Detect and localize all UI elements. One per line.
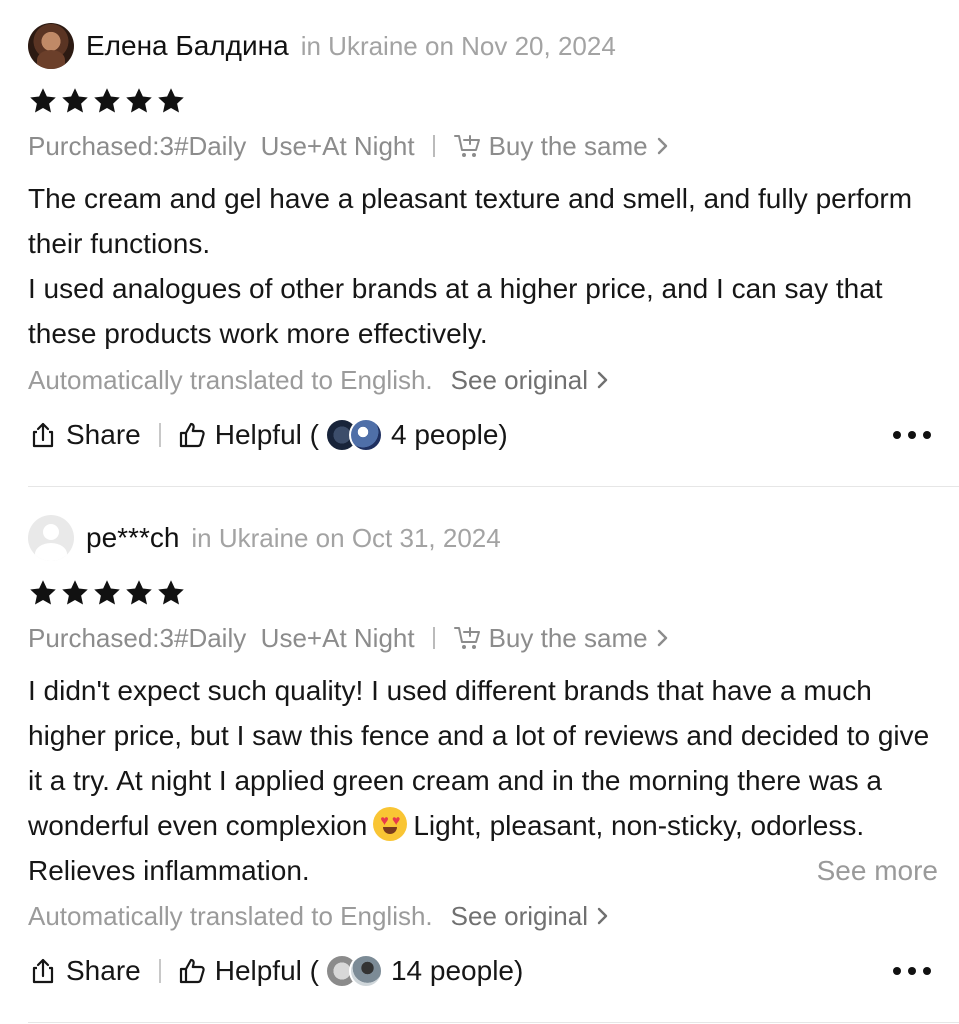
more-options-icon[interactable] (893, 431, 931, 439)
see-original-link[interactable]: See original (451, 901, 610, 932)
more-options-icon[interactable] (893, 967, 931, 975)
star-icon (156, 86, 186, 116)
helpful-count: 4 people (390, 419, 499, 450)
share-icon (28, 956, 58, 986)
star-icon (156, 578, 186, 608)
purchase-variant-row: Purchased:3#Daily Use+At Night Buy the s… (28, 620, 670, 656)
chevron-right-icon (656, 628, 670, 648)
buy-the-same-button[interactable]: Buy the same (453, 131, 670, 162)
avatar (348, 418, 383, 452)
divider (432, 135, 435, 157)
purchased-variant: Purchased:3#Daily Use+At Night (28, 622, 415, 653)
chevron-right-icon (596, 370, 610, 390)
helpful-button[interactable]: Helpful ( 14 people ) (177, 954, 524, 988)
review-card: pe***ch in Ukraine on Oct 31, 2024 Purch… (0, 490, 959, 1024)
default-avatar-icon[interactable] (28, 515, 74, 561)
review-paragraph: The cream and gel have a pleasant textur… (28, 183, 913, 259)
helpful-avatars (324, 954, 383, 988)
thumbs-up-icon (177, 956, 207, 986)
star-icon (60, 578, 90, 608)
see-original-label: See original (450, 900, 588, 931)
star-icon (124, 86, 154, 116)
star-icon (92, 578, 122, 608)
helpful-label: Helpful ( (214, 419, 319, 450)
share-label: Share (66, 419, 141, 450)
review-divider (28, 486, 959, 487)
review-text: The cream and gel have a pleasant textur… (28, 176, 938, 356)
helpful-close: ) (514, 955, 524, 986)
review-divider (28, 1022, 959, 1023)
divider (432, 627, 435, 649)
see-more-link[interactable]: See more (760, 848, 938, 893)
chevron-right-icon (656, 136, 670, 156)
translation-label: Automatically translated to English. (28, 364, 433, 395)
star-icon (92, 86, 122, 116)
review-text: I didn't expect such quality! I used dif… (28, 668, 938, 893)
helpful-count: 14 people (390, 955, 514, 986)
user-avatar[interactable] (28, 23, 74, 69)
share-button[interactable]: Share (28, 419, 141, 451)
avatar (348, 954, 383, 988)
star-icon (124, 578, 154, 608)
reviewer-name[interactable]: pe***ch (86, 522, 179, 554)
review-actions: Share Helpful ( 4 people ) (28, 415, 931, 455)
see-original-label: See original (450, 364, 588, 395)
review-location-date: in Ukraine on Oct 31, 2024 (191, 522, 501, 553)
helpful-close: ) (498, 419, 508, 450)
share-button[interactable]: Share (28, 955, 141, 987)
translation-notice: Automatically translated to English. See… (28, 898, 610, 934)
see-original-link[interactable]: See original (451, 365, 610, 396)
translation-label: Automatically translated to English. (28, 900, 433, 931)
helpful-button[interactable]: Helpful ( 4 people ) (177, 418, 508, 452)
star-icon (60, 86, 90, 116)
thumbs-up-icon (177, 420, 207, 450)
buy-the-same-button[interactable]: Buy the same (453, 623, 670, 654)
divider (158, 423, 161, 447)
review-location-date: in Ukraine on Nov 20, 2024 (300, 30, 616, 61)
cart-plus-icon (453, 132, 483, 160)
buy-the-same-label: Buy the same (488, 622, 648, 653)
helpful-label: Helpful ( (214, 955, 319, 986)
share-icon (28, 420, 58, 450)
purchase-variant-row: Purchased:3#Daily Use+At Night Buy the s… (28, 128, 670, 164)
star-icon (28, 86, 58, 116)
cart-plus-icon (453, 624, 483, 652)
buy-the-same-label: Buy the same (488, 130, 648, 161)
purchased-variant: Purchased:3#Daily Use+At Night (28, 130, 415, 161)
review-paragraph: I used analogues of other brands at a hi… (28, 273, 883, 349)
review-header: Елена Балдина in Ukraine on Nov 20, 2024 (28, 22, 616, 70)
chevron-right-icon (596, 906, 610, 926)
reviewer-name[interactable]: Елена Балдина (86, 30, 289, 62)
helpful-avatars (324, 418, 383, 452)
review-header: pe***ch in Ukraine on Oct 31, 2024 (28, 514, 501, 562)
review-card: Елена Балдина in Ukraine on Nov 20, 2024… (0, 0, 959, 488)
heart-eyes-emoji-icon (373, 807, 408, 841)
translation-notice: Automatically translated to English. See… (28, 362, 610, 398)
star-icon (28, 578, 58, 608)
rating-stars (28, 578, 186, 608)
share-label: Share (66, 955, 141, 986)
rating-stars (28, 86, 186, 116)
divider (158, 959, 161, 983)
review-actions: Share Helpful ( 14 people ) (28, 951, 931, 991)
